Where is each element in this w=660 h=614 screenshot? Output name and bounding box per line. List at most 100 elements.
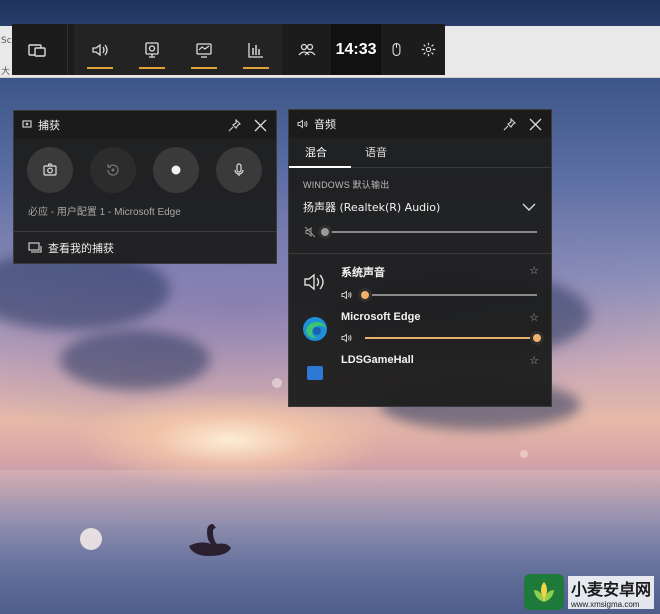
audio-header: 音频 xyxy=(289,110,551,138)
app-name: LDSGameHall xyxy=(341,354,414,366)
social-widget-button[interactable] xyxy=(282,24,331,75)
capture-header: 捕获 xyxy=(14,111,276,139)
capture-widget-button[interactable] xyxy=(126,24,178,75)
microphone-button[interactable] xyxy=(216,147,262,193)
active-indicator xyxy=(139,67,166,69)
active-indicator xyxy=(87,67,114,69)
replay-icon xyxy=(107,164,119,176)
gamebar-widget-group xyxy=(74,24,283,75)
view-captures-link[interactable]: 查看我的捕获 xyxy=(14,231,276,263)
xbox-game-bar: 14:33 xyxy=(12,24,445,75)
wallpaper-cloud xyxy=(60,330,210,390)
close-icon xyxy=(529,118,541,130)
app-volume-slider[interactable] xyxy=(358,288,537,302)
edge-logo-icon xyxy=(303,317,327,341)
close-button[interactable] xyxy=(252,117,268,133)
mute-button[interactable] xyxy=(303,225,317,239)
swan-silhouette xyxy=(189,524,231,556)
screenshot-button[interactable] xyxy=(27,147,73,193)
app-name: 系统声音 xyxy=(341,267,385,279)
app-volume-fill xyxy=(365,337,537,339)
app-volume-thumb[interactable] xyxy=(530,331,544,345)
watermark-url: www.xmsigma.com xyxy=(567,599,654,609)
app-volume-thumb[interactable] xyxy=(358,288,372,302)
favorite-star-icon[interactable]: ☆ xyxy=(529,264,539,277)
camera-icon xyxy=(43,163,57,176)
record-dot-icon xyxy=(171,165,181,175)
app-name: Microsoft Edge xyxy=(341,311,421,323)
people-icon xyxy=(298,43,316,55)
speaker-small-icon xyxy=(341,333,352,343)
mouse-icon xyxy=(392,42,401,57)
speaker-small-icon xyxy=(341,290,352,300)
active-indicator xyxy=(243,67,270,69)
gallery-icon xyxy=(28,241,42,253)
speaker-icon xyxy=(92,43,108,56)
capture-widget: 捕获 必应 - 用户配置 1 - Microsoft Edge 查看我的捕获 xyxy=(13,110,277,264)
light-orb xyxy=(520,450,528,458)
system-sounds-app-icon xyxy=(301,268,329,296)
browser-text-fragment: Sc xyxy=(1,36,12,46)
pin-button[interactable] xyxy=(226,117,242,133)
master-volume-row xyxy=(289,215,551,239)
tab-mix[interactable]: 混合 xyxy=(289,138,351,168)
capture-target-info: 必应 - 用户配置 1 - Microsoft Edge xyxy=(28,207,181,218)
view-captures-label: 查看我的捕获 xyxy=(48,241,114,255)
chevron-down-icon xyxy=(522,203,536,211)
light-orb xyxy=(80,528,102,550)
gamebar-divider xyxy=(67,24,69,75)
light-orb xyxy=(272,378,282,388)
output-device-name: 扬声器 (Realtek(R) Audio) xyxy=(303,201,441,214)
audio-tabs: 混合 语音 xyxy=(289,138,551,168)
tab-voice[interactable]: 语音 xyxy=(363,138,389,166)
clock: 14:33 xyxy=(331,24,381,75)
capture-small-icon xyxy=(22,120,32,128)
favorite-star-icon[interactable]: ☆ xyxy=(529,311,539,324)
performance-widget-button[interactable] xyxy=(178,24,230,75)
capture-title: 捕获 xyxy=(38,119,60,132)
master-volume-thumb[interactable] xyxy=(318,225,332,239)
game-hall-icon xyxy=(307,366,323,380)
pin-icon xyxy=(228,118,241,131)
speaker-icon xyxy=(304,273,324,291)
default-output-label: WINDOWS 默认输出 xyxy=(303,180,390,190)
app-mute-button[interactable] xyxy=(341,289,355,301)
widget-menu-button[interactable] xyxy=(12,24,61,75)
ldsgamehall-app-icon xyxy=(301,358,329,386)
audio-widget: 音频 混合 语音 WINDOWS 默认输出 扬声器 (Realtek(R) Au… xyxy=(288,109,552,407)
mouse-button[interactable] xyxy=(381,24,413,75)
resources-widget-button[interactable] xyxy=(230,24,282,75)
app-volume-slider[interactable] xyxy=(365,331,544,345)
active-indicator xyxy=(191,67,218,69)
app-mute-button[interactable] xyxy=(341,332,355,344)
output-device-select[interactable]: 扬声器 (Realtek(R) Audio) xyxy=(289,191,551,215)
gear-icon xyxy=(422,42,436,57)
watermark-logo-icon xyxy=(523,574,564,610)
master-volume-slider[interactable] xyxy=(318,225,537,239)
close-icon xyxy=(254,119,266,131)
widget-menu-icon xyxy=(27,43,46,57)
site-watermark: 小麦安卓网 www.xmsigma.com xyxy=(523,574,654,610)
pin-icon xyxy=(503,117,516,130)
close-button[interactable] xyxy=(527,116,543,132)
pin-button[interactable] xyxy=(501,116,517,132)
performance-icon xyxy=(196,42,212,58)
watermark-title: 小麦安卓网 xyxy=(567,575,654,600)
edge-app-icon xyxy=(301,315,329,343)
app-row-microsoft-edge: Microsoft Edge ☆ xyxy=(289,301,551,345)
resources-chart-icon xyxy=(248,42,264,58)
speaker-muted-icon xyxy=(304,226,316,238)
app-row-ldsgamehall: LDSGameHall ☆ xyxy=(289,344,551,386)
settings-button[interactable] xyxy=(413,24,445,75)
browser-text-fragment: 大 xyxy=(1,67,11,77)
wheat-leaf-icon xyxy=(533,582,554,602)
speaker-small-icon xyxy=(297,119,308,129)
app-row-system-sounds: 系统声音 ☆ xyxy=(289,254,551,302)
microphone-icon xyxy=(234,163,244,176)
favorite-star-icon[interactable]: ☆ xyxy=(529,354,539,367)
audio-widget-button[interactable] xyxy=(74,24,126,75)
record-last-button[interactable] xyxy=(90,147,136,193)
capture-controls xyxy=(14,139,276,193)
start-recording-button[interactable] xyxy=(153,147,199,193)
audio-title: 音频 xyxy=(314,118,336,131)
